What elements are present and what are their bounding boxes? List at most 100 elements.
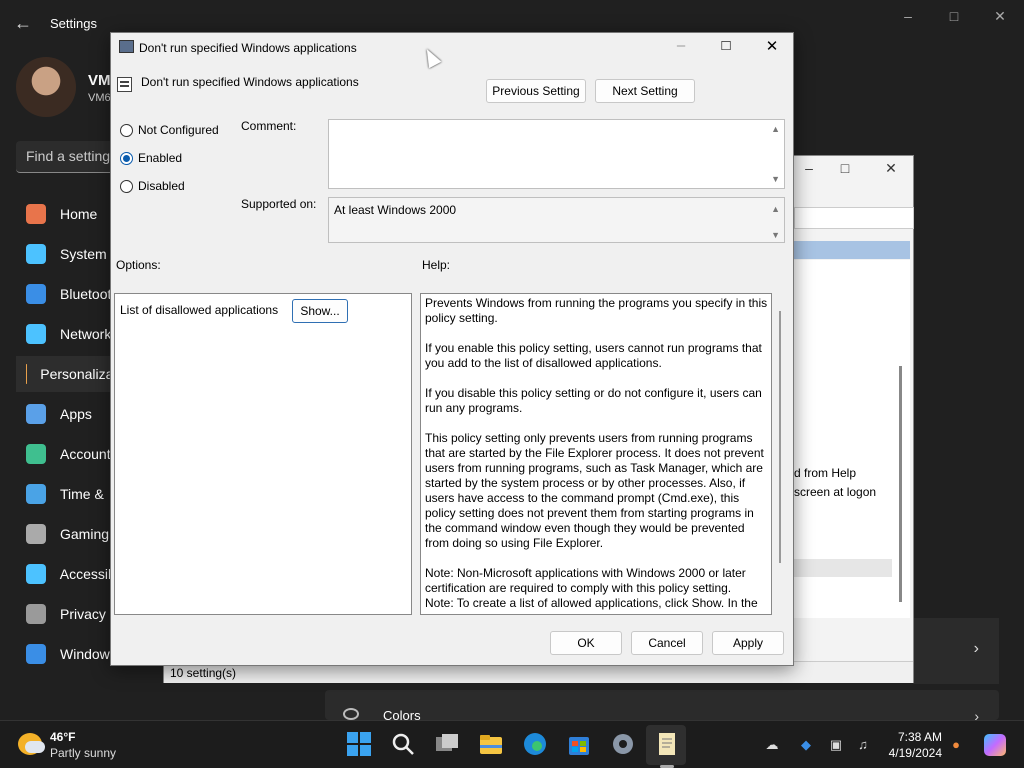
volume-muted-icon[interactable]: ♫ xyxy=(855,737,871,753)
policy-setting-icon xyxy=(117,77,132,92)
close-icon[interactable]: ✕ xyxy=(757,37,787,59)
gamepad-icon xyxy=(26,524,46,544)
scroll-up-icon[interactable]: ▲ xyxy=(771,204,780,214)
maximize-icon[interactable]: □ xyxy=(711,37,741,59)
previous-setting-button[interactable]: Previous Setting xyxy=(486,79,586,103)
sync-icon xyxy=(26,644,46,664)
gpe-scrollbar[interactable] xyxy=(899,366,902,602)
apply-button[interactable]: Apply xyxy=(712,631,784,655)
taskbar: 46°F Partly sunny ☁ ◆ ▣ ♫ 7:38 AM 4/19/2… xyxy=(0,720,1024,768)
policy-editor-icon[interactable] xyxy=(654,731,680,757)
bluetooth-icon xyxy=(26,284,46,304)
start-windows-icon[interactable] xyxy=(346,731,372,757)
radio-disabled[interactable]: Disabled xyxy=(120,179,185,193)
network-monitor-icon[interactable]: ▣ xyxy=(828,737,844,753)
sidebar-item-label: Time & xyxy=(60,486,104,502)
help-paragraph: This policy setting only prevents users … xyxy=(425,431,764,550)
scroll-up-icon[interactable]: ▲ xyxy=(771,124,780,134)
settings-gear-icon[interactable] xyxy=(610,731,636,757)
minimize-icon[interactable]: – xyxy=(666,37,696,59)
supported-on-label: Supported on: xyxy=(241,197,317,211)
next-setting-button[interactable]: Next Setting xyxy=(595,79,695,103)
help-paragraph: If you disable this policy setting or do… xyxy=(425,386,762,415)
settings-app-title: Settings xyxy=(50,16,97,31)
weather-temperature[interactable]: 46°F xyxy=(50,730,75,744)
help-label: Help: xyxy=(422,258,451,272)
sidebar-item-label: Windows xyxy=(60,646,117,662)
home-icon xyxy=(26,204,46,224)
avatar[interactable] xyxy=(16,57,76,117)
gpe-toolbar xyxy=(794,207,914,229)
radio-disabled-label: Disabled xyxy=(138,179,185,193)
help-paragraph: Prevents Windows from running the progra… xyxy=(425,296,768,325)
help-paragraph: If you enable this policy setting, users… xyxy=(425,341,762,370)
radio-circle-icon xyxy=(120,179,133,193)
help-paragraph: Note: To create a list of allowed applic… xyxy=(425,596,758,610)
gpe-text-line: screen at logon xyxy=(794,485,877,499)
gpe-highlight-row[interactable] xyxy=(794,559,892,577)
options-label: Options: xyxy=(116,258,161,272)
maximize-icon[interactable]: □ xyxy=(944,8,964,24)
user-subtitle: VM6 xyxy=(88,92,111,104)
close-icon[interactable]: ✕ xyxy=(876,160,906,177)
policy-heading: Don't run specified Windows applications xyxy=(141,75,359,89)
scroll-down-icon[interactable]: ▼ xyxy=(771,174,780,184)
weather-condition[interactable]: Partly sunny xyxy=(50,746,116,760)
gpe-selected-row[interactable] xyxy=(794,241,910,259)
help-scrollbar[interactable] xyxy=(779,311,781,563)
person-icon xyxy=(26,444,46,464)
monitor-icon xyxy=(26,244,46,264)
copilot-icon[interactable] xyxy=(984,734,1006,756)
options-panel: List of disallowed applications Show... xyxy=(114,293,412,615)
clock-time: 7:38 AM xyxy=(897,730,942,744)
weather-sun-cloud-icon[interactable] xyxy=(18,733,45,755)
settings-row-card[interactable]: › xyxy=(913,618,999,684)
radio-not-configured[interactable]: Not Configured xyxy=(120,123,219,137)
show-button[interactable]: Show... xyxy=(292,299,348,323)
help-panel: Prevents Windows from running the progra… xyxy=(420,293,772,615)
notification-bell-icon[interactable]: ● xyxy=(948,737,964,753)
sidebar-item-label: Apps xyxy=(60,406,92,422)
edge-browser-icon[interactable] xyxy=(522,731,548,757)
supported-on-field: At least Windows 2000 ▲ ▼ xyxy=(328,197,785,243)
policy-window-icon xyxy=(119,40,134,53)
close-icon[interactable]: ✕ xyxy=(990,8,1010,25)
clock[interactable]: 7:38 AM 4/19/2024 xyxy=(880,729,942,761)
sidebar-item-label: Accounts xyxy=(60,446,118,462)
sidebar-item-label: Network xyxy=(60,326,112,342)
option-item-label: List of disallowed applications xyxy=(120,303,279,317)
file-explorer-icon[interactable] xyxy=(478,731,504,757)
minimize-icon[interactable]: – xyxy=(898,8,918,24)
maximize-icon[interactable]: □ xyxy=(830,160,860,176)
colors-setting-row[interactable]: Colors › xyxy=(325,690,999,724)
policy-dialog: Don't run specified Windows applications… xyxy=(110,32,794,666)
store-icon[interactable] xyxy=(566,731,592,757)
minimize-icon[interactable]: – xyxy=(794,160,824,176)
cloud-offline-icon[interactable]: ☁ xyxy=(764,737,780,753)
accessibility-icon xyxy=(26,564,46,584)
dialog-window-title: Don't run specified Windows applications xyxy=(139,41,357,55)
wifi-icon xyxy=(26,324,46,344)
back-arrow-icon[interactable]: ← xyxy=(14,13,34,33)
supported-on-value: At least Windows 2000 xyxy=(334,203,457,217)
comment-field[interactable]: ▲ ▼ xyxy=(328,119,785,189)
search-icon[interactable] xyxy=(390,731,416,757)
gpe-text-line: d from Help xyxy=(794,466,857,480)
security-shield-icon[interactable]: ◆ xyxy=(798,737,814,753)
radio-not-configured-label: Not Configured xyxy=(138,123,219,137)
scroll-down-icon[interactable]: ▼ xyxy=(771,230,780,240)
clock-date: 4/19/2024 xyxy=(888,746,942,760)
ok-button[interactable]: OK xyxy=(550,631,622,655)
task-view-icon[interactable] xyxy=(434,731,460,757)
clock-globe-icon xyxy=(26,484,46,504)
comment-label: Comment: xyxy=(241,119,297,133)
sidebar-item-label: System xyxy=(60,246,107,262)
cancel-button[interactable]: Cancel xyxy=(631,631,703,655)
sidebar-item-label: Gaming xyxy=(60,526,110,542)
radio-selected-icon xyxy=(120,151,133,165)
user-name: VM xyxy=(88,72,111,89)
radio-enabled[interactable]: Enabled xyxy=(120,151,182,165)
radio-enabled-label: Enabled xyxy=(138,151,183,165)
help-text: Prevents Windows from running the progra… xyxy=(425,296,771,614)
palette-icon xyxy=(343,708,359,720)
